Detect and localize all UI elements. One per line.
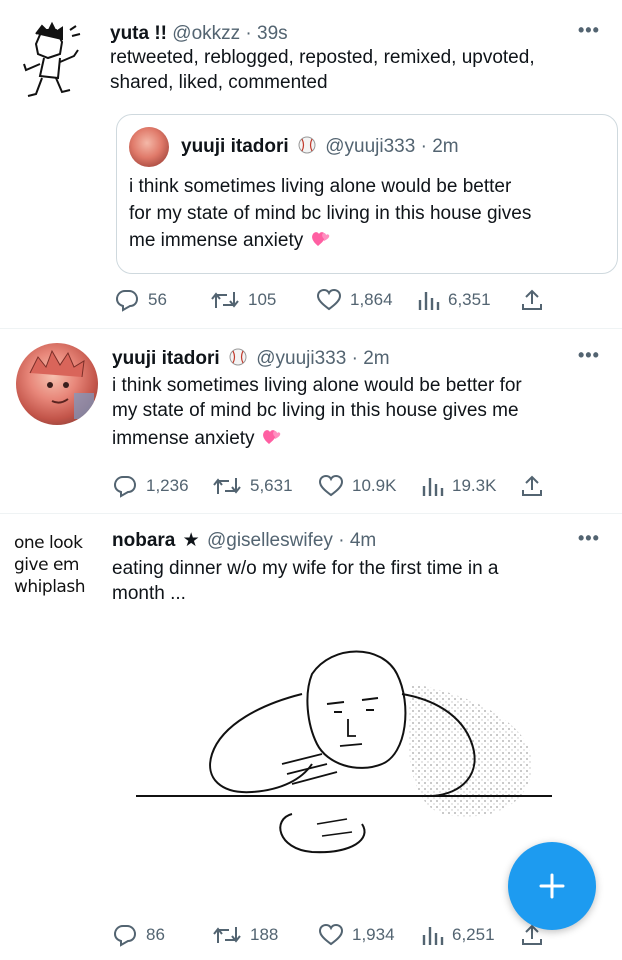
avatar-nobara[interactable]: one look give em whiplash [14, 532, 98, 608]
reply-icon [113, 476, 137, 498]
text-line: retweeted, reblogged, reposted, remixed,… [110, 47, 535, 68]
quote-timestamp[interactable]: 2m [432, 136, 458, 157]
quote-text: i think sometimes living alone would be … [129, 173, 531, 256]
text-line: i think sometimes living alone would be … [112, 375, 522, 396]
baseball-icon [298, 136, 316, 161]
tweet-2[interactable]: yuuji itadori @yuuji333 · 2m ••• i think… [0, 329, 622, 513]
tweet-header: yuta !! @okkzz · 39s [110, 22, 288, 46]
display-name[interactable]: yuuji itadori [112, 348, 220, 369]
timestamp[interactable]: 2m [363, 348, 389, 369]
baseball-icon [229, 348, 247, 373]
avatar-drawing-icon [23, 21, 81, 97]
reply-count: 56 [148, 290, 167, 309]
avatar-yuuji[interactable] [16, 343, 98, 425]
more-icon[interactable]: ••• [578, 20, 600, 41]
action-bar: 56 105 1,864 6,351 [114, 288, 544, 312]
views-button[interactable]: 6,351 [416, 288, 520, 312]
like-count: 10.9K [352, 476, 397, 495]
heart-emoji-icon [311, 229, 331, 256]
views-icon [422, 478, 444, 496]
display-name[interactable]: yuta !! [110, 23, 167, 44]
timestamp[interactable]: 39s [257, 23, 288, 44]
like-button[interactable]: 1,864 [316, 288, 416, 312]
tweet-text: i think sometimes living alone would be … [112, 373, 522, 453]
share-button[interactable] [520, 474, 544, 498]
retweet-count: 5,631 [250, 476, 293, 495]
separator-dot: · [245, 23, 252, 44]
views-icon [422, 927, 444, 945]
text-line: eating dinner w/o my wife for the first … [112, 558, 499, 579]
like-button[interactable]: 1,934 [318, 923, 420, 947]
retweet-button[interactable]: 105 [210, 289, 316, 311]
retweet-button[interactable]: 188 [212, 924, 318, 946]
separator-dot: · [420, 136, 427, 157]
views-count: 19.3K [452, 476, 497, 495]
text-line: me immense anxiety [129, 230, 304, 251]
text-line: for my state of mind bc living in this h… [129, 203, 532, 224]
separator-dot: · [351, 348, 358, 369]
tweet-text: eating dinner w/o my wife for the first … [112, 556, 499, 606]
reply-button[interactable]: 86 [112, 923, 212, 947]
reply-button[interactable]: 1,236 [112, 474, 212, 498]
avatar-face-icon [29, 349, 94, 419]
heart-emoji-icon [262, 428, 282, 453]
views-button[interactable]: 19.3K [420, 474, 520, 498]
tweet-header: nobara ★ @giselleswifey · 4m [112, 529, 376, 553]
avatar-text-line: whiplash [14, 577, 85, 597]
more-icon[interactable]: ••• [578, 345, 600, 366]
reply-count: 1,236 [146, 476, 189, 495]
retweet-icon [211, 292, 239, 308]
retweet-count: 105 [248, 290, 277, 309]
like-count: 1,864 [350, 290, 393, 309]
star-icon: ★ [182, 530, 200, 551]
user-handle[interactable]: @giselleswifey [207, 530, 333, 551]
views-count: 6,251 [452, 925, 495, 944]
quote-header: yuuji itadori @yuuji333 · 2m [181, 135, 459, 161]
user-handle[interactable]: @okkzz [172, 23, 240, 44]
reply-icon [113, 925, 137, 947]
avatar-text-line: one look [14, 533, 83, 553]
quote-handle[interactable]: @yuuji333 [325, 136, 415, 157]
share-button[interactable] [520, 288, 544, 312]
text-line: i think sometimes living alone would be … [129, 176, 512, 197]
compose-tweet-button[interactable] [508, 842, 596, 930]
text-line: my state of mind bc living in this house… [112, 400, 519, 421]
tweet-1[interactable]: yuta !! @okkzz · 39s ••• retweeted, rebl… [0, 0, 622, 328]
display-name[interactable]: nobara [112, 530, 175, 551]
like-icon [318, 923, 344, 946]
share-icon [522, 289, 542, 310]
quoted-tweet[interactable]: yuuji itadori @yuuji333 · 2m i think som… [116, 114, 618, 274]
like-button[interactable]: 10.9K [318, 474, 420, 498]
more-icon[interactable]: ••• [578, 528, 600, 549]
views-button[interactable]: 6,251 [420, 923, 520, 947]
retweet-icon [213, 927, 241, 943]
like-icon [316, 288, 342, 311]
user-handle[interactable]: @yuuji333 [256, 348, 346, 369]
plus-icon [539, 873, 565, 899]
reply-icon [115, 290, 139, 312]
separator-dot: · [338, 530, 345, 551]
timestamp[interactable]: 4m [350, 530, 376, 551]
retweet-count: 188 [250, 925, 279, 944]
avatar-text-line: give em [14, 555, 79, 575]
share-icon [522, 475, 542, 496]
reply-button[interactable]: 56 [114, 288, 210, 312]
action-bar: 86 188 1,934 6,251 [112, 923, 544, 947]
tweet-header: yuuji itadori @yuuji333 · 2m [112, 347, 390, 373]
avatar-yuta[interactable] [18, 20, 84, 100]
action-bar: 1,236 5,631 10.9K 19.3K [112, 474, 544, 498]
text-line: immense anxiety [112, 428, 255, 449]
reply-count: 86 [146, 925, 165, 944]
quote-avatar[interactable] [129, 127, 169, 167]
like-icon [318, 474, 344, 497]
like-count: 1,934 [352, 925, 395, 944]
views-count: 6,351 [448, 290, 491, 309]
retweet-button[interactable]: 5,631 [212, 475, 318, 497]
text-line: month ... [112, 583, 186, 604]
views-icon [418, 292, 440, 310]
tweet-text: retweeted, reblogged, reposted, remixed,… [110, 45, 535, 95]
retweet-icon [213, 478, 241, 494]
text-line: shared, liked, commented [110, 72, 328, 93]
quote-display-name[interactable]: yuuji itadori [181, 136, 289, 157]
